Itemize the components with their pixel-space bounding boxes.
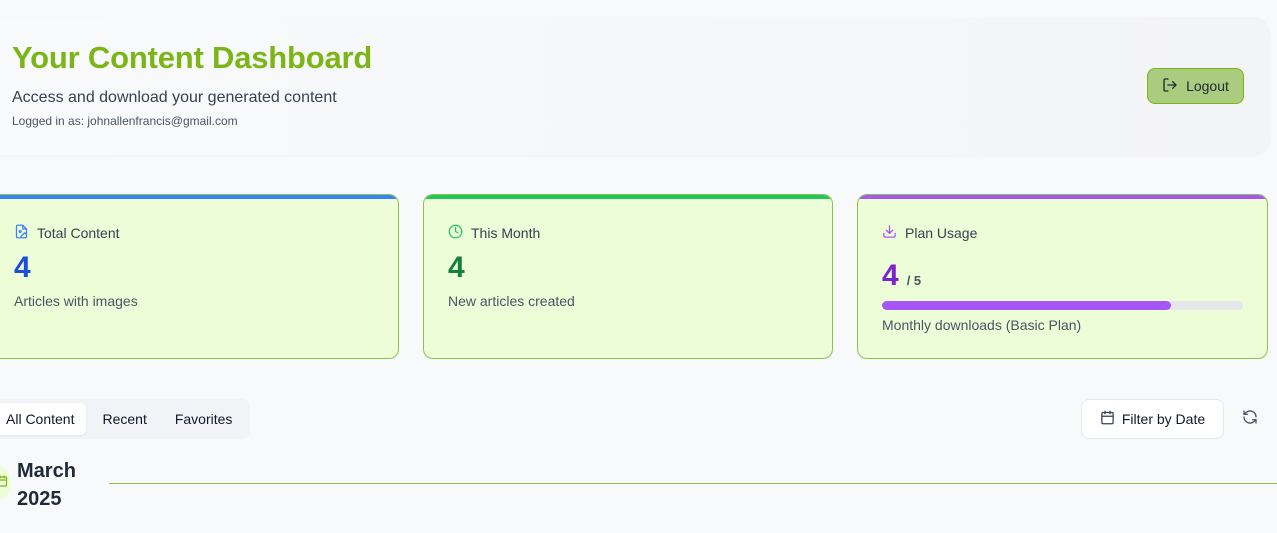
- stat-card-total-content: Total Content 4 Articles with images: [0, 194, 399, 359]
- card-accent-bar: [858, 195, 1267, 199]
- card-value: 4: [448, 251, 465, 284]
- logout-icon: [1162, 77, 1178, 96]
- card-description: New articles created: [448, 293, 575, 309]
- stat-card-this-month: This Month 4 New articles created: [423, 194, 833, 359]
- calendar-icon: [1100, 410, 1115, 428]
- card-label: Total Content: [37, 225, 120, 241]
- logout-label: Logout: [1186, 78, 1229, 94]
- month-calendar-badge: [0, 466, 10, 500]
- usage-progress-fill: [882, 301, 1171, 310]
- clock-icon: [448, 224, 463, 242]
- stat-card-plan-usage: Plan Usage 4 / 5 Monthly downloads (Basi…: [857, 194, 1268, 359]
- card-accent-bar: [424, 195, 832, 199]
- content-tabs: All Content Recent Favorites: [0, 399, 250, 439]
- tab-all-content[interactable]: All Content: [0, 403, 87, 435]
- logged-in-info: Logged in as: johnallenfrancis@gmail.com: [12, 114, 238, 128]
- logout-button[interactable]: Logout: [1147, 68, 1244, 104]
- card-value: 4: [14, 251, 31, 284]
- card-header: This Month: [448, 224, 540, 242]
- card-accent-bar: [0, 195, 398, 199]
- dashboard-header: [0, 17, 1270, 155]
- usage-progress-bar: [882, 301, 1243, 310]
- refresh-button[interactable]: [1240, 409, 1260, 429]
- tab-favorites[interactable]: Favorites: [163, 403, 245, 435]
- dashboard-page: Your Content Dashboard Access and downlo…: [0, 0, 1277, 533]
- month-divider: [109, 483, 1277, 484]
- usage-value: 4: [882, 259, 899, 292]
- card-header: Total Content: [14, 224, 120, 242]
- calendar-icon: [0, 474, 8, 492]
- card-label: Plan Usage: [905, 225, 978, 241]
- page-title: Your Content Dashboard: [12, 40, 373, 75]
- download-icon: [882, 224, 897, 242]
- tab-recent[interactable]: Recent: [90, 403, 158, 435]
- page-subtitle: Access and download your generated conte…: [12, 89, 337, 106]
- usage-counter: 4 / 5: [882, 259, 921, 293]
- refresh-icon: [1242, 409, 1258, 430]
- filter-label: Filter by Date: [1121, 411, 1206, 427]
- filter-by-date-button[interactable]: Filter by Date: [1081, 399, 1224, 439]
- month-heading: March 2025: [17, 460, 76, 510]
- file-image-icon: [14, 224, 29, 242]
- card-label: This Month: [471, 225, 541, 241]
- card-description: Monthly downloads (Basic Plan): [882, 317, 1082, 333]
- card-description: Articles with images: [14, 293, 138, 309]
- usage-limit: / 5: [906, 273, 922, 288]
- card-header: Plan Usage: [882, 224, 977, 242]
